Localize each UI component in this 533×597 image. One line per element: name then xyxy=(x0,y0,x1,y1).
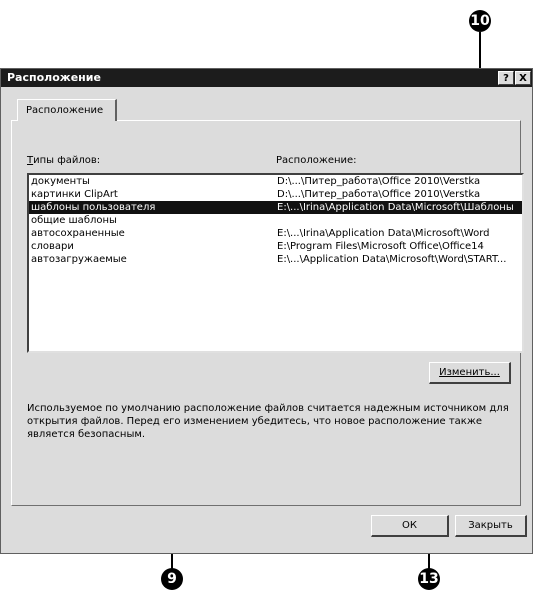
file-type-cell: автозагружаемые xyxy=(31,254,127,265)
close-icon[interactable]: X xyxy=(515,71,531,85)
file-type-cell: словари xyxy=(31,241,74,252)
file-type-cell: общие шаблоны xyxy=(31,215,117,226)
change-button-label: Изменить... xyxy=(439,367,500,378)
file-type-cell: документы xyxy=(31,176,90,187)
location-header: Расположение: xyxy=(276,155,357,166)
help-button[interactable]: ? xyxy=(498,71,514,85)
dialog-titlebar: Расположение ? X xyxy=(1,69,532,87)
list-item[interactable]: картинки ClipArt D:\...\Питер_работа\Offi… xyxy=(29,188,522,201)
file-types-header-rest: ипы файлов: xyxy=(33,155,101,166)
location-dialog: Расположение ? X Расположение Типы файло… xyxy=(0,68,533,554)
callout-13: 13 xyxy=(418,568,440,590)
callout-10: 10 xyxy=(469,10,491,32)
close-button[interactable]: Закрыть xyxy=(455,515,527,537)
callout-9: 9 xyxy=(161,568,183,590)
file-type-cell: шаблоны пользователя xyxy=(31,202,156,213)
location-cell: D:\...\Питер_работа\Office 2010\Verstka xyxy=(277,176,481,187)
list-item[interactable]: шаблоны пользователя E:\...\Irina\Applica… xyxy=(29,201,522,214)
list-item[interactable]: словари E:\Program Files\Microsoft Office… xyxy=(29,240,522,253)
location-cell: E:\...\Irina\Application Data\Microsoft\… xyxy=(277,202,514,213)
list-item[interactable]: общие шаблоны xyxy=(29,214,522,227)
change-button[interactable]: Изменить... xyxy=(429,362,511,384)
file-type-cell: картинки ClipArt xyxy=(31,189,118,200)
ok-button[interactable]: ОК xyxy=(371,515,449,537)
list-item[interactable]: автозагружаемые E:\...\Application Data\M… xyxy=(29,253,522,266)
list-item[interactable]: документы D:\...\Питер_работа\Office 2010… xyxy=(29,175,522,188)
file-types-header: Типы файлов: xyxy=(27,155,100,166)
file-type-cell: автосохраненные xyxy=(31,228,125,239)
location-cell: E:\Program Files\Microsoft Office\Office… xyxy=(277,241,484,252)
location-cell: E:\...\Irina\Application Data\Microsoft\… xyxy=(277,228,490,239)
tab-location[interactable]: Расположение xyxy=(17,99,117,121)
location-cell: D:\...\Питер_работа\Office 2010\Verstka xyxy=(277,189,481,200)
list-item[interactable]: автосохраненные E:\...\Irina\Application … xyxy=(29,227,522,240)
file-locations-list[interactable]: документы D:\...\Питер_работа\Office 2010… xyxy=(27,173,524,353)
dialog-title: Расположение xyxy=(7,71,101,84)
info-text: Используемое по умолчанию расположение ф… xyxy=(27,403,509,440)
location-cell: E:\...\Application Data\Microsoft\Word\S… xyxy=(277,254,507,265)
